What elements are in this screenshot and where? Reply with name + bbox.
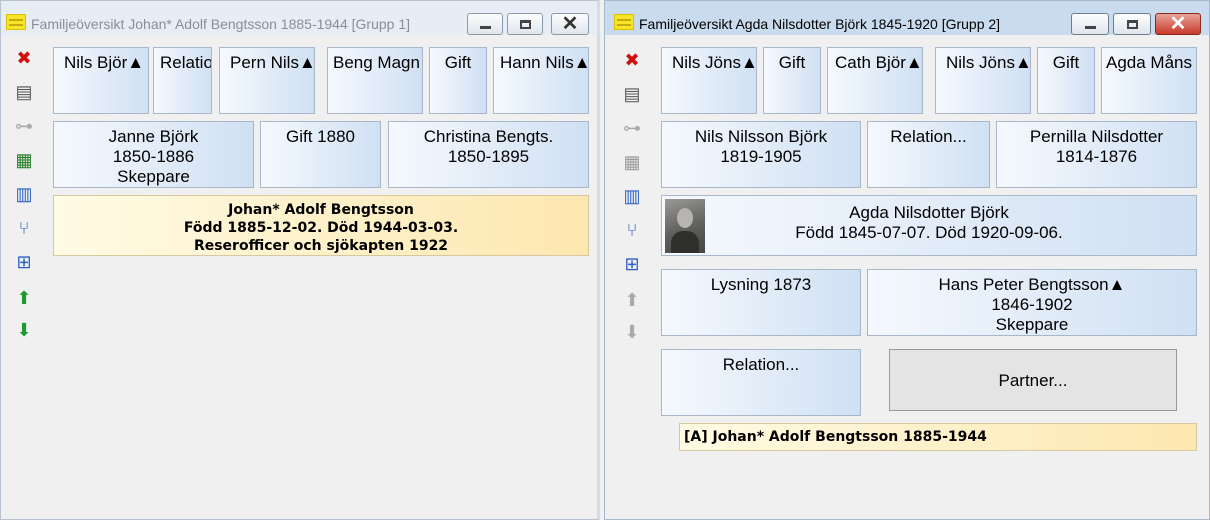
minimize-icon <box>479 25 491 29</box>
columns-icon[interactable]: ▥ <box>619 183 645 209</box>
tile-label: Hann Nils▲ <box>500 53 589 72</box>
window-title: Familjeöversikt Johan* Adolf Bengtsson 1… <box>31 16 411 32</box>
person-dates: Född 1885-12-02. Död 1944-03-03. <box>183 220 459 236</box>
mother-years: 1850-1895 <box>447 147 530 166</box>
father-years: 1819-1905 <box>720 147 802 166</box>
app-icon <box>6 14 26 30</box>
tile-label: Gift <box>1052 53 1080 72</box>
father-name: Nils Nilsson Björk <box>694 127 828 146</box>
grandparent-button[interactable]: Agda Måns <box>1101 47 1197 114</box>
grandparent-button[interactable]: Nils Björ▲ <box>53 47 149 114</box>
person-dates: Född 1845-07-07. Död 1920-09-06. <box>795 223 1063 242</box>
parents-relation-button[interactable]: Relation... <box>867 121 990 188</box>
close-button[interactable]: ✕ <box>1155 13 1201 35</box>
grandparent-button[interactable]: Nils Jöns▲ <box>661 47 757 114</box>
delete-icon[interactable]: ✖ <box>11 45 37 71</box>
tile-label: Beng Magn <box>333 53 420 72</box>
main-person-card[interactable]: Agda Nilsdotter Björk Född 1845-07-07. D… <box>661 195 1197 256</box>
title-bar[interactable]: Familjeöversikt Agda Nilsdotter Björk 18… <box>605 1 1209 35</box>
tile-label: Nils Jöns▲ <box>946 53 1031 72</box>
event-label: Lysning 1873 <box>710 275 812 294</box>
parents-marriage-button[interactable]: Gift 1880 <box>260 121 381 188</box>
grandparent-button[interactable]: Nils Jöns▲ <box>935 47 1031 114</box>
mother-name: Christina Bengts. <box>423 127 554 146</box>
grandparent-button[interactable]: Pern Nils▲ <box>219 47 315 114</box>
grandparent-relation-button[interactable]: Relatio <box>153 47 212 114</box>
branch-icon[interactable]: ⑂ <box>11 215 37 241</box>
branch-icon[interactable]: ⑂ <box>619 217 645 243</box>
up-arrow-icon[interactable]: ⬆ <box>11 285 37 311</box>
mother-name: Pernilla Nilsdotter <box>1029 127 1164 146</box>
relation-button[interactable]: Relation... <box>661 349 861 416</box>
tree-icon[interactable]: ⊶ <box>619 115 645 141</box>
father-button[interactable]: Janne Björk 1850-1886 Skeppare <box>53 121 254 188</box>
child-item[interactable]: [A] Johan* Adolf Bengtsson 1885-1944 <box>679 423 1197 451</box>
mother-years: 1814-1876 <box>1055 147 1138 166</box>
close-icon: ✕ <box>561 13 579 35</box>
main-person-card[interactable]: Johan* Adolf Bengtsson Född 1885-12-02. … <box>53 195 589 256</box>
tree-icon[interactable]: ⊶ <box>11 113 37 139</box>
app-icon <box>614 14 634 30</box>
grandparent-button[interactable]: Hann Nils▲ <box>493 47 589 114</box>
event-button[interactable]: Lysning 1873 <box>661 269 861 336</box>
father-occupation: Skeppare <box>117 167 190 186</box>
notes-icon[interactable]: ▤ <box>11 79 37 105</box>
title-bar[interactable]: Familjeöversikt Johan* Adolf Bengtsson 1… <box>1 1 597 35</box>
relation-label: Relation... <box>722 355 800 374</box>
partner-years: 1846-1902 <box>991 295 1073 314</box>
person-name: Johan* Adolf Bengtsson <box>228 202 414 218</box>
window-title: Familjeöversikt Agda Nilsdotter Björk 18… <box>639 16 1001 32</box>
marriage-label: Gift 1880 <box>286 127 355 146</box>
grandparent-button[interactable]: Cath Björ▲ <box>827 47 923 114</box>
notes-icon[interactable]: ▤ <box>619 81 645 107</box>
tile-label: Cath Björ▲ <box>835 53 923 72</box>
father-name: Janne Björk <box>108 127 199 146</box>
maximize-button[interactable] <box>507 13 543 35</box>
minimize-icon <box>1084 25 1096 29</box>
up-arrow-icon[interactable]: ⬆ <box>619 287 645 313</box>
minimize-button[interactable] <box>1071 13 1109 35</box>
tile-label: Nils Jöns▲ <box>672 53 757 72</box>
search-list-icon[interactable]: ▦ <box>11 147 37 173</box>
maximize-icon <box>519 19 531 29</box>
person-photo <box>665 199 705 253</box>
tile-label: Gift <box>778 53 806 72</box>
family-overview-window-1: Familjeöversikt Johan* Adolf Bengtsson 1… <box>0 0 600 520</box>
father-years: 1850-1886 <box>112 147 195 166</box>
grandparent-marriage-button[interactable]: Gift <box>763 47 821 114</box>
father-button[interactable]: Nils Nilsson Björk 1819-1905 <box>661 121 861 188</box>
partner-placeholder-label: Partner... <box>998 371 1068 390</box>
family-overview-window-2: Familjeöversikt Agda Nilsdotter Björk 18… <box>604 0 1210 520</box>
tile-label: Agda Måns <box>1106 53 1192 72</box>
close-icon: ✕ <box>1169 13 1187 35</box>
org-chart-icon[interactable]: ⊞ <box>11 249 37 275</box>
person-occupation: Reserofficer och sjökapten 1922 <box>193 238 449 254</box>
grandparent-marriage-button[interactable]: Gift <box>429 47 487 114</box>
tile-label: Pern Nils▲ <box>230 53 315 72</box>
down-arrow-icon[interactable]: ⬇ <box>619 319 645 345</box>
maximize-icon <box>1126 19 1138 29</box>
tile-label: Nils Björ▲ <box>64 53 145 72</box>
partner-name: Hans Peter Bengtsson▲ <box>938 275 1126 294</box>
partner-occupation: Skeppare <box>995 315 1069 334</box>
grandparent-button[interactable]: Beng Magn <box>327 47 423 114</box>
relation-label: Relation... <box>890 127 967 146</box>
minimize-button[interactable] <box>467 13 503 35</box>
search-list-icon[interactable]: ▦ <box>619 149 645 175</box>
org-chart-icon[interactable]: ⊞ <box>619 251 645 277</box>
mother-button[interactable]: Pernilla Nilsdotter 1814-1876 <box>996 121 1197 188</box>
add-partner-button[interactable]: Partner... <box>889 349 1177 411</box>
close-button[interactable]: ✕ <box>551 13 589 35</box>
down-arrow-icon[interactable]: ⬇ <box>11 317 37 343</box>
grandparent-marriage-button[interactable]: Gift <box>1037 47 1095 114</box>
partner-button[interactable]: Hans Peter Bengtsson▲ 1846-1902 Skeppare <box>867 269 1197 336</box>
mother-button[interactable]: Christina Bengts. 1850-1895 <box>388 121 589 188</box>
delete-icon[interactable]: ✖ <box>619 47 645 73</box>
person-name: Agda Nilsdotter Björk <box>849 203 1009 222</box>
tile-label: Gift <box>444 53 472 72</box>
maximize-button[interactable] <box>1113 13 1151 35</box>
tile-label: Relatio <box>160 53 212 72</box>
child-label: [A] Johan* Adolf Bengtsson 1885-1944 <box>684 429 987 445</box>
columns-icon[interactable]: ▥ <box>11 181 37 207</box>
